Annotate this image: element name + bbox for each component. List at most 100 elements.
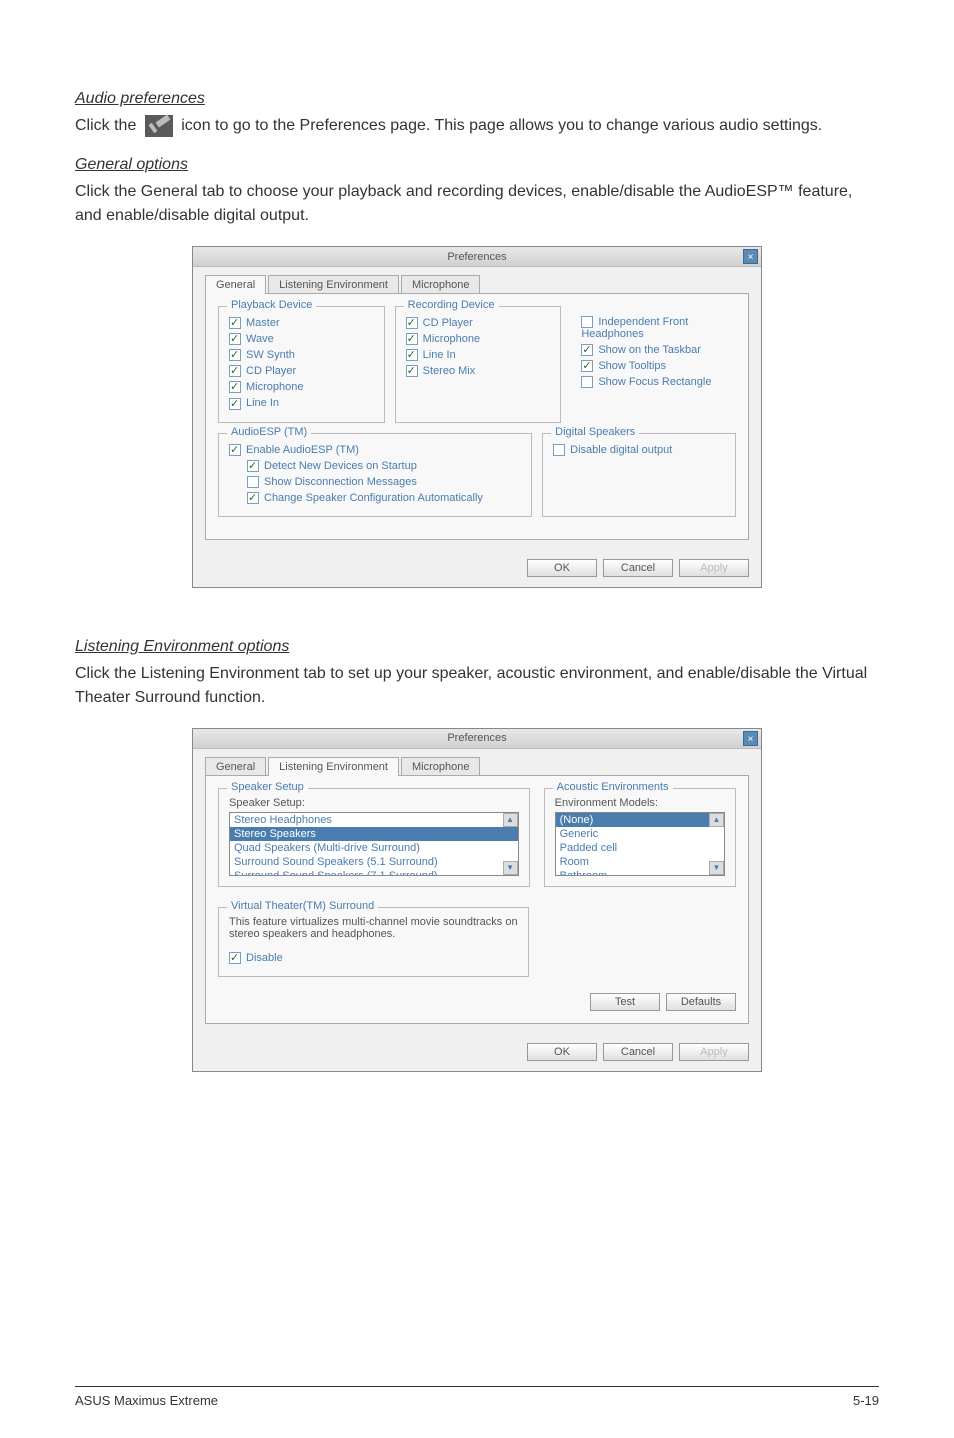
checkbox-icon[interactable]	[229, 333, 241, 345]
playback-wave[interactable]: Wave	[229, 331, 374, 347]
chk-detect-new[interactable]: Detect New Devices on Startup	[247, 458, 521, 474]
checkbox-icon[interactable]	[247, 476, 259, 488]
tab-general-2[interactable]: General	[205, 757, 266, 776]
checkbox-icon[interactable]	[581, 344, 593, 356]
checkbox-icon[interactable]	[406, 333, 418, 345]
checkbox-icon[interactable]	[229, 381, 241, 393]
checkbox-icon[interactable]	[581, 376, 593, 388]
scrollbar[interactable]: ▲ ▼	[709, 813, 724, 875]
general-dialog: Preferences × General Listening Environm…	[192, 246, 762, 588]
acoustic-legend: Acoustic Environments	[553, 781, 673, 793]
checkbox-icon[interactable]	[229, 365, 241, 377]
checkbox-icon[interactable]	[229, 349, 241, 361]
checkbox-icon[interactable]	[229, 952, 241, 964]
chk-show-tooltips[interactable]: Show Tooltips	[581, 358, 726, 374]
list-item[interactable]: (None)	[556, 813, 724, 827]
listening-heading: Listening Environment options	[75, 638, 879, 656]
checkbox-icon[interactable]	[247, 460, 259, 472]
playback-cdplayer[interactable]: CD Player	[229, 363, 374, 379]
list-item[interactable]: Quad Speakers (Multi-drive Surround)	[230, 841, 518, 855]
tab-listening-2[interactable]: Listening Environment	[268, 757, 399, 776]
chevron-down-icon[interactable]: ▼	[709, 861, 724, 875]
playback-microphone[interactable]: Microphone	[229, 379, 374, 395]
tab-microphone[interactable]: Microphone	[401, 275, 480, 294]
chk-disable-digital[interactable]: Disable digital output	[553, 442, 725, 458]
acoustic-group: Acoustic Environments Environment Models…	[544, 788, 736, 887]
apply-button: Apply	[679, 559, 749, 577]
hammer-icon	[145, 115, 173, 137]
audio-pref-text-before: Click the	[75, 117, 141, 134]
defaults-button[interactable]: Defaults	[666, 993, 736, 1011]
list-item[interactable]: Generic	[556, 827, 724, 841]
chevron-up-icon[interactable]: ▲	[709, 813, 724, 827]
list-item[interactable]: Surround Sound Speakers (7.1 Surround)	[230, 869, 518, 876]
apply-button: Apply	[679, 1043, 749, 1061]
chk-show-disc[interactable]: Show Disconnection Messages	[247, 474, 521, 490]
vts-group: Virtual Theater(TM) Surround This featur…	[218, 907, 529, 977]
recording-linein[interactable]: Line In	[406, 347, 551, 363]
chk-indep-front[interactable]: Independent Front Headphones	[581, 314, 726, 342]
vts-description: This feature virtualizes multi-channel m…	[229, 916, 518, 940]
list-item[interactable]: Stereo Headphones	[230, 813, 518, 827]
general-text: Click the General tab to choose your pla…	[75, 180, 879, 228]
checkbox-icon[interactable]	[229, 444, 241, 456]
checkbox-icon[interactable]	[229, 398, 241, 410]
chk-show-taskbar[interactable]: Show on the Taskbar	[581, 342, 726, 358]
chk-vts-disable[interactable]: Disable	[229, 950, 518, 966]
env-listbox[interactable]: (None) Generic Padded cell Room Bathroom…	[555, 812, 725, 876]
ok-button[interactable]: OK	[527, 1043, 597, 1061]
list-item[interactable]: Bathroom	[556, 869, 724, 876]
recording-microphone[interactable]: Microphone	[406, 331, 551, 347]
tabs: General Listening Environment Microphone	[205, 275, 749, 294]
list-item[interactable]: Room	[556, 855, 724, 869]
checkbox-icon[interactable]	[581, 316, 593, 328]
dialog-buttons: OK Cancel Apply	[193, 551, 761, 587]
digital-legend: Digital Speakers	[551, 426, 639, 438]
dialog-title-2: Preferences	[447, 732, 506, 744]
audioesp-group: AudioESP (TM) Enable AudioESP (TM) Detec…	[218, 433, 532, 517]
footer-left: ASUS Maximus Extreme	[75, 1393, 218, 1408]
listening-text: Click the Listening Environment tab to s…	[75, 662, 879, 710]
playback-linein[interactable]: Line In	[229, 395, 374, 411]
recording-group: Recording Device CD Player Microphone Li…	[395, 306, 562, 423]
tab-microphone-2[interactable]: Microphone	[401, 757, 480, 776]
playback-swsynth[interactable]: SW Synth	[229, 347, 374, 363]
scrollbar[interactable]: ▲ ▼	[503, 813, 518, 875]
chk-show-focus[interactable]: Show Focus Rectangle	[581, 374, 726, 390]
list-item[interactable]: Surround Sound Speakers (5.1 Surround)	[230, 855, 518, 869]
speaker-listbox[interactable]: Stereo Headphones Stereo Speakers Quad S…	[229, 812, 519, 876]
chk-enable-audioesp[interactable]: Enable AudioESP (TM)	[229, 442, 521, 458]
recording-stereomix[interactable]: Stereo Mix	[406, 363, 551, 379]
checkbox-icon[interactable]	[406, 317, 418, 329]
checkbox-icon[interactable]	[581, 360, 593, 372]
ok-button[interactable]: OK	[527, 559, 597, 577]
chevron-down-icon[interactable]: ▼	[503, 861, 518, 875]
chevron-up-icon[interactable]: ▲	[503, 813, 518, 827]
checkbox-icon[interactable]	[406, 365, 418, 377]
cancel-button[interactable]: Cancel	[603, 1043, 673, 1061]
checkbox-icon[interactable]	[247, 492, 259, 504]
cancel-button[interactable]: Cancel	[603, 559, 673, 577]
dialog-titlebar-2: Preferences ×	[193, 729, 761, 749]
tab-general[interactable]: General	[205, 275, 266, 294]
recording-cdplayer[interactable]: CD Player	[406, 315, 551, 331]
close-icon[interactable]: ×	[743, 731, 758, 746]
test-button[interactable]: Test	[590, 993, 660, 1011]
env-label: Environment Models:	[555, 797, 725, 809]
checkbox-icon[interactable]	[553, 444, 565, 456]
list-item[interactable]: Padded cell	[556, 841, 724, 855]
speaker-setup-legend: Speaker Setup	[227, 781, 308, 793]
close-icon[interactable]: ×	[743, 249, 758, 264]
list-item[interactable]: Stereo Speakers	[230, 827, 518, 841]
checkbox-icon[interactable]	[406, 349, 418, 361]
tab-listening[interactable]: Listening Environment	[268, 275, 399, 294]
footer-right: 5-19	[853, 1393, 879, 1408]
dialog-buttons-2: OK Cancel Apply	[193, 1035, 761, 1071]
dialog-titlebar: Preferences ×	[193, 247, 761, 267]
digital-group: Digital Speakers Disable digital output	[542, 433, 736, 517]
playback-group: Playback Device Master Wave SW Synth CD …	[218, 306, 385, 423]
chk-change-config[interactable]: Change Speaker Configuration Automatical…	[247, 490, 521, 506]
playback-legend: Playback Device	[227, 299, 316, 311]
playback-master[interactable]: Master	[229, 315, 374, 331]
checkbox-icon[interactable]	[229, 317, 241, 329]
